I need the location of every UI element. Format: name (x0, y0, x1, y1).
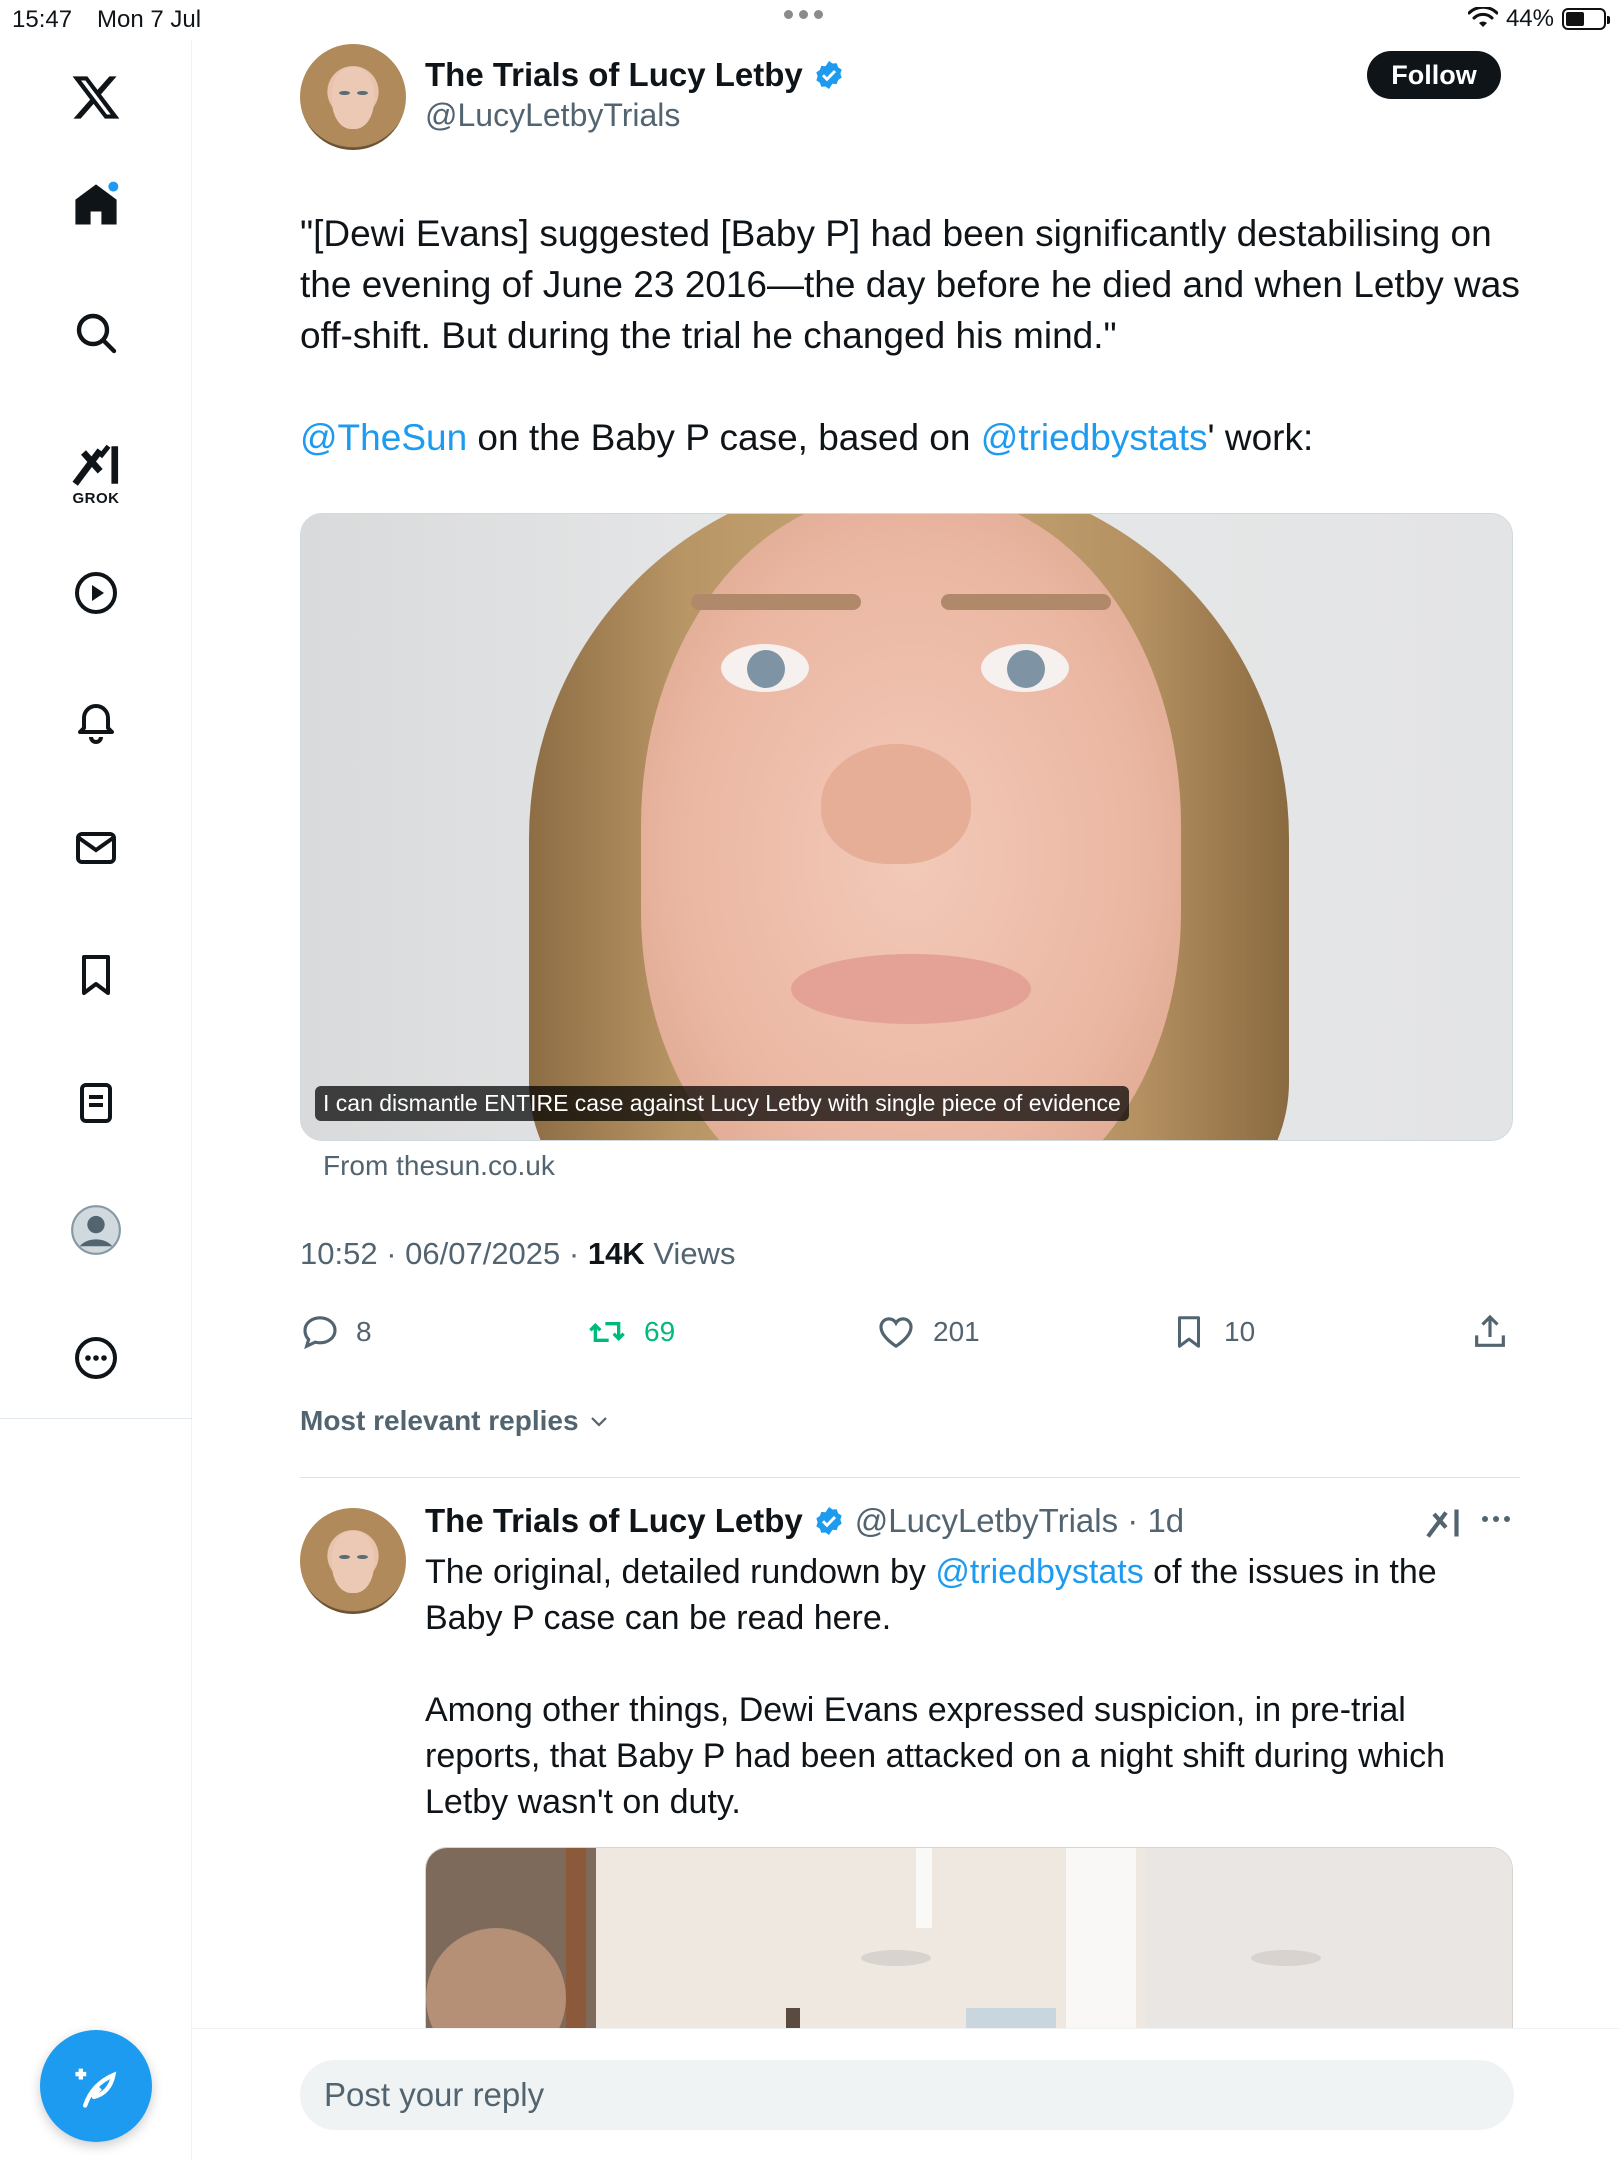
author-handle[interactable]: @LucyLetbyTrials (425, 97, 680, 134)
messages-envelope-icon[interactable] (0, 813, 192, 883)
verified-badge-icon (816, 1507, 842, 1535)
verified-badge-icon (816, 61, 842, 89)
chevron-down-icon (590, 1417, 607, 1427)
reply-handle-time: @LucyLetbyTrials · 1d (854, 1502, 1185, 1539)
grok-explain-icon[interactable] (1425, 1506, 1461, 1545)
profile-avatar-icon[interactable] (0, 1195, 192, 1265)
reply-author-name: The Trials of Lucy Letby (425, 1502, 803, 1539)
multitasking-dots-icon[interactable] (784, 10, 823, 19)
notifications-bell-icon[interactable] (0, 685, 192, 755)
sidebar-divider (0, 1418, 192, 1419)
mention-the-sun[interactable]: @TheSun (300, 417, 467, 458)
reply-input[interactable]: Post your reply (300, 2060, 1514, 2130)
author-name-row[interactable]: The Trials of Lucy Letby (425, 56, 845, 94)
replies-divider (300, 1477, 1520, 1478)
wifi-icon (1467, 7, 1498, 27)
repost-action[interactable]: 69 (586, 1312, 675, 1352)
tweet-text: "[Dewi Evans] suggested [Baby P] had bee… (300, 208, 1520, 514)
reply-paragraph-2: Among other things, Dewi Evans expressed… (425, 1691, 1446, 1821)
repost-count: 69 (644, 1316, 676, 1347)
battery-percent: 44% (1505, 5, 1554, 32)
sidebar: GROK (0, 40, 192, 2160)
like-action[interactable]: 201 (875, 1312, 980, 1352)
link-source[interactable]: From thesun.co.uk (323, 1150, 555, 1182)
tweet-text-attribution: @TheSun on the Baby P case, based on @tr… (300, 417, 1314, 458)
heart-icon (879, 1317, 913, 1349)
replies-sort-label: Most relevant replies (300, 1405, 579, 1436)
home-icon[interactable] (0, 170, 192, 240)
video-icon[interactable] (0, 558, 192, 628)
reply-header[interactable]: The Trials of Lucy Letby @LucyLetbyTrial… (425, 1502, 1184, 1540)
share-action[interactable] (1470, 1312, 1510, 1352)
lists-icon[interactable] (0, 1068, 192, 1138)
author-avatar[interactable] (300, 44, 406, 150)
tweet-actions: 8 69 201 10 (300, 1312, 1520, 1368)
link-card-image[interactable]: I can dismantle ENTIRE case against Lucy… (300, 513, 1513, 1141)
bookmark-action[interactable]: 10 (1170, 1312, 1255, 1352)
status-time: 15:47 (12, 6, 73, 33)
replies-sort-dropdown[interactable]: Most relevant replies (300, 1405, 611, 1437)
reply-text: The original, detailed rundown by @tried… (425, 1549, 1515, 1871)
status-bar: 15:47 Mon 7 Jul 44% (0, 0, 1620, 40)
battery-icon (1562, 8, 1610, 30)
feather-plus-icon (75, 2068, 117, 2108)
views-count: 14K (587, 1236, 645, 1271)
grok-nav-item[interactable]: GROK (0, 424, 192, 524)
author-name: The Trials of Lucy Letby (425, 56, 803, 93)
like-count: 201 (933, 1316, 980, 1347)
bookmark-icon[interactable] (0, 940, 192, 1010)
grok-icon (72, 444, 119, 486)
reply-bubble-icon (303, 1316, 337, 1350)
tweet-meta: 10:52 · 06/07/2025 · 14K Views (300, 1236, 735, 1272)
tweet-timestamp[interactable]: 10:52 · 06/07/2025 · (300, 1236, 588, 1271)
reply-count: 8 (356, 1316, 372, 1347)
grok-label: GROK (72, 489, 120, 507)
views-label: Views (644, 1236, 736, 1271)
reply-paragraph-1: The original, detailed rundown by @tried… (425, 1553, 1437, 1637)
link-card-caption: I can dismantle ENTIRE case against Lucy… (315, 1086, 1129, 1121)
more-options-icon[interactable] (0, 1323, 192, 1393)
compose-post-button[interactable] (40, 2030, 152, 2142)
bookmark-count: 10 (1224, 1316, 1256, 1347)
main-column: The Trials of Lucy Letby @LucyLetbyTrial… (192, 40, 1620, 2160)
follow-button[interactable]: Follow (1367, 51, 1501, 99)
share-icon (1475, 1314, 1505, 1347)
mention-triedbystats[interactable]: @triedbystats (981, 417, 1208, 458)
repost-icon (589, 1322, 625, 1342)
reply-author-avatar[interactable] (300, 1508, 406, 1614)
status-date: Mon 7 Jul (97, 6, 202, 33)
x-logo-icon[interactable] (0, 62, 192, 132)
bookmark-outline-icon (1177, 1316, 1201, 1348)
search-icon[interactable] (0, 298, 192, 368)
reply-action[interactable]: 8 (300, 1312, 372, 1352)
reply-composer-bar: Post your reply (192, 2028, 1620, 2160)
tweet-text-quote: "[Dewi Evans] suggested [Baby P] had bee… (300, 213, 1520, 356)
reply-more-icon[interactable] (1482, 1516, 1510, 1522)
mention-triedbystats[interactable]: @triedbystats (935, 1553, 1143, 1591)
